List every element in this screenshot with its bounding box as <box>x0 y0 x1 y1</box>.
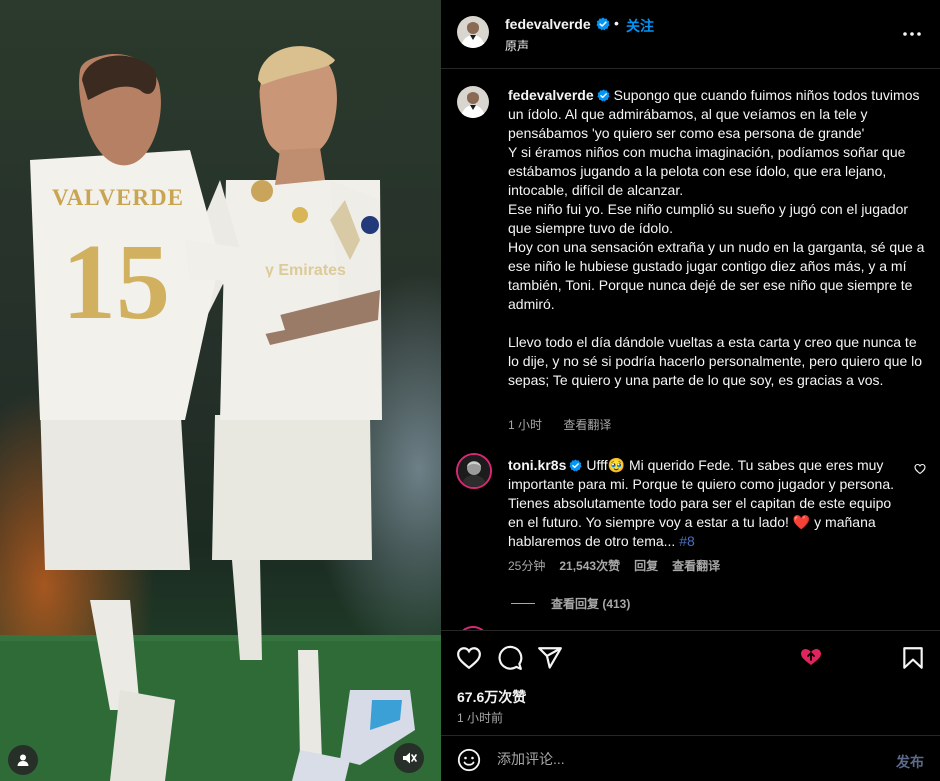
commenter-avatar[interactable] <box>456 453 492 489</box>
comment-input[interactable] <box>497 746 877 772</box>
hashtag-link[interactable]: #8 <box>679 533 695 549</box>
share-icon[interactable] <box>537 645 563 671</box>
post-photo: y Emirates VALVERDE 15 <box>0 0 441 781</box>
mute-icon <box>403 752 417 764</box>
replies-divider <box>511 603 535 604</box>
mute-button[interactable] <box>394 743 424 773</box>
comment-likes[interactable]: 21,543次赞 <box>559 557 620 574</box>
bookmark-icon[interactable] <box>900 645 926 671</box>
post-panel: fedevalverde • 关注 原声 fedevalverde Supongo… <box>441 0 940 781</box>
verified-badge-icon <box>569 459 582 472</box>
likes-count[interactable]: 67.6万次赞 <box>457 687 526 707</box>
comment-meta: 25分钟 21,543次赞 回复 查看翻译 <box>508 557 734 574</box>
caption-paragraph: Hoy con una sensación extraña y un nudo … <box>508 239 925 312</box>
comment-like-heart-icon[interactable] <box>914 463 926 475</box>
post-comment-button[interactable]: 发布 <box>896 752 924 772</box>
caption-paragraph: Llevo todo el día dándole vueltas a esta… <box>508 334 923 388</box>
caption-paragraph: Y si éramos niños con mucha imaginación,… <box>508 144 906 198</box>
post-caption: fedevalverde Supongo que cuando fuimos ni… <box>508 86 928 390</box>
separator-dot: • <box>614 15 619 31</box>
comment-see-translation-button[interactable]: 查看翻译 <box>672 557 720 574</box>
emoji-icon[interactable] <box>457 748 481 772</box>
heart-emoji: ❤️ <box>792 514 811 530</box>
caption-username[interactable]: fedevalverde <box>508 87 594 103</box>
comments-section[interactable]: fedevalverde Supongo que cuando fuimos ni… <box>441 70 940 630</box>
add-comment-bar: 发布 <box>441 735 940 781</box>
view-replies-label: 查看回复 (413) <box>551 597 631 611</box>
comment-text: toni.kr8s Ufff🥹 Mi querido Fede. Tu sabes… <box>508 456 906 551</box>
more-options-icon[interactable] <box>899 22 925 42</box>
caption-meta: 1 小时 查看翻译 <box>508 416 629 433</box>
user-tag-button[interactable] <box>8 745 38 775</box>
jersey-name: VALVERDE <box>52 185 184 210</box>
comment-icon[interactable] <box>497 645 523 671</box>
view-replies-button[interactable]: 查看回复 (413) <box>511 595 630 612</box>
author-username[interactable]: fedevalverde <box>505 16 591 32</box>
jersey-number: 15 <box>62 223 170 342</box>
reply-button[interactable]: 回复 <box>634 557 658 574</box>
audio-label[interactable]: 原声 <box>505 37 529 54</box>
caption-paragraph: Ese niño fui yo. Ese niño cumplió su sue… <box>508 201 909 236</box>
verified-badge-icon <box>597 89 610 102</box>
caption-time[interactable]: 1 小时 <box>508 418 542 432</box>
post-timestamp[interactable]: 1 小时前 <box>457 709 503 726</box>
see-translation-button[interactable]: 查看翻译 <box>563 418 611 432</box>
caption-avatar[interactable] <box>457 86 489 118</box>
author-avatar[interactable] <box>457 16 489 48</box>
post-header: fedevalverde • 关注 原声 <box>441 0 940 69</box>
follow-button[interactable]: 关注 <box>626 16 654 36</box>
svg-text:y Emirates: y Emirates <box>265 262 346 279</box>
post-actions: 67.6万次赞 1 小时前 <box>441 630 940 735</box>
user-tag-icon <box>17 754 29 766</box>
heart-icon[interactable] <box>456 645 482 671</box>
verified-badge-icon <box>596 17 610 31</box>
post-media[interactable]: y Emirates VALVERDE 15 <box>0 0 441 781</box>
highlight-red-icon[interactable] <box>800 648 822 666</box>
comment-time[interactable]: 25分钟 <box>508 557 545 574</box>
commenter-username[interactable]: toni.kr8s <box>508 457 566 473</box>
